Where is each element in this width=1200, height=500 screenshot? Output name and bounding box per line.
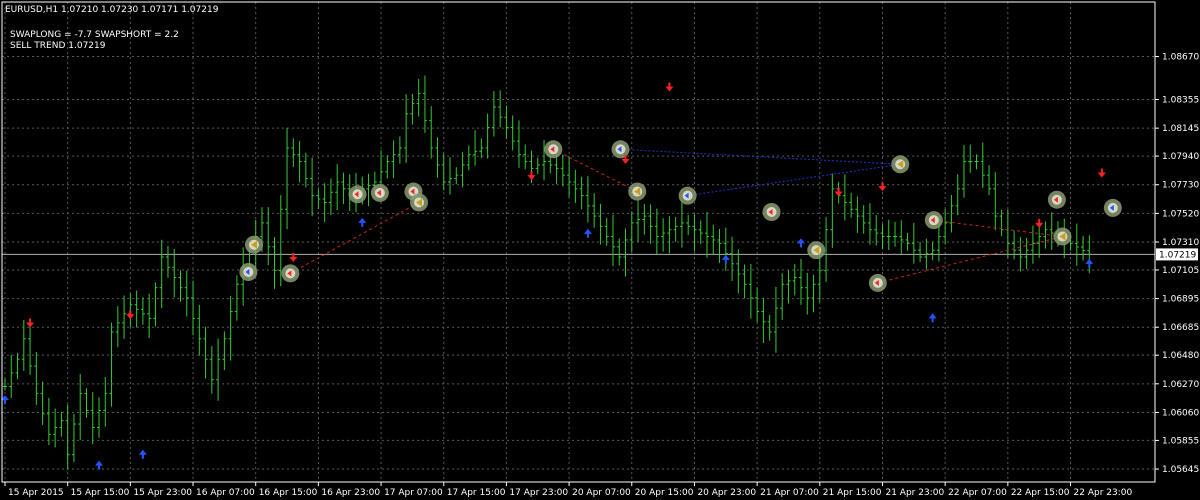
x-tick-label: 15 Apr 23:00 <box>133 488 192 498</box>
current-price-label: 1.07219 <box>1159 250 1196 260</box>
up-arrow-icon <box>797 238 806 248</box>
x-tick-label: 21 Apr 23:00 <box>885 488 944 498</box>
grid <box>2 2 1155 482</box>
x-tick-label: 21 Apr 15:00 <box>823 488 882 498</box>
x-tick-label: 20 Apr 15:00 <box>635 488 694 498</box>
up-arrow-icon <box>358 217 367 227</box>
down-arrow-icon <box>126 310 135 320</box>
down-arrow-icon <box>665 82 674 92</box>
x-tick-label: 16 Apr 23:00 <box>321 488 380 498</box>
x-tick-label: 15 Apr 15:00 <box>71 488 130 498</box>
down-arrow-icon <box>834 187 843 197</box>
signal-trend-lines <box>290 148 1063 284</box>
up-arrow-icon <box>1085 258 1094 268</box>
x-tick-label: 16 Apr 07:00 <box>196 488 255 498</box>
up-arrow-icon <box>928 313 937 323</box>
y-tick-label: 1.08145 <box>1162 124 1199 134</box>
sell-trend-line <box>290 202 420 274</box>
y-tick-label: 1.07940 <box>1162 152 1199 162</box>
up-arrow-icon <box>138 449 147 459</box>
up-arrow-icon <box>721 254 730 264</box>
down-arrow-icon <box>1035 218 1044 228</box>
x-tick-label: 20 Apr 07:00 <box>572 488 631 498</box>
x-tick-label: 22 Apr 07:00 <box>948 488 1007 498</box>
y-tick-label: 1.06270 <box>1162 380 1199 390</box>
ohlc-bars <box>3 75 1092 470</box>
down-arrow-icon <box>527 171 536 181</box>
y-tick-label: 1.06480 <box>1162 351 1199 361</box>
x-tick-label: 21 Apr 07:00 <box>760 488 819 498</box>
sell-trend-line <box>933 219 1063 238</box>
y-tick-label: 1.07105 <box>1162 266 1199 276</box>
buy-trend-line <box>620 148 901 165</box>
x-tick-label: 17 Apr 23:00 <box>509 488 568 498</box>
chart-symbol-header: EURUSD,H1 1.07210 1.07230 1.07171 1.0721… <box>5 5 219 15</box>
x-tick-label: 15 Apr 2015 <box>8 488 64 498</box>
x-tick-label: 20 Apr 23:00 <box>697 488 756 498</box>
y-tick-label: 1.07310 <box>1162 238 1199 248</box>
down-arrow-icon <box>1097 168 1106 178</box>
y-tick-label: 1.06895 <box>1162 295 1199 305</box>
price-axis: 1.08670 1.08355 1.08145 1.07940 1.07730 1.075… <box>1155 53 1199 475</box>
x-tick-label: 17 Apr 07:00 <box>384 488 443 498</box>
y-tick-label: 1.05645 <box>1162 465 1199 475</box>
y-tick-label: 1.07730 <box>1162 181 1199 191</box>
y-tick-label: 1.05855 <box>1162 436 1199 446</box>
swap-info: SWAPLONG = -7.7 SWAPSHORT = 2.2 <box>10 30 179 40</box>
x-tick-label: 16 Apr 15:00 <box>259 488 318 498</box>
down-arrow-icon <box>26 318 35 328</box>
up-arrow-icon <box>95 460 104 470</box>
y-tick-label: 1.07520 <box>1162 209 1199 219</box>
up-arrow-icon <box>583 228 592 238</box>
y-tick-label: 1.08355 <box>1162 96 1199 106</box>
y-tick-label: 1.06685 <box>1162 323 1199 333</box>
x-tick-label: 22 Apr 23:00 <box>1074 488 1133 498</box>
x-tick-label: 17 Apr 15:00 <box>447 488 506 498</box>
time-axis: 15 Apr 2015 15 Apr 15:00 15 Apr 23:00 16 Ap… <box>4 482 1133 498</box>
buy-trend-line <box>687 163 901 197</box>
trend-status: SELL TREND 1.07219 <box>10 41 106 51</box>
down-arrow-icon <box>878 182 887 192</box>
x-tick-label: 22 Apr 15:00 <box>1011 488 1070 498</box>
y-tick-label: 1.08670 <box>1162 53 1199 63</box>
price-chart: 1.08670 1.08355 1.08145 1.07940 1.07730 1.075… <box>1 1 1199 498</box>
y-tick-label: 1.06060 <box>1162 408 1199 418</box>
signal-circle-markers <box>239 140 1122 292</box>
